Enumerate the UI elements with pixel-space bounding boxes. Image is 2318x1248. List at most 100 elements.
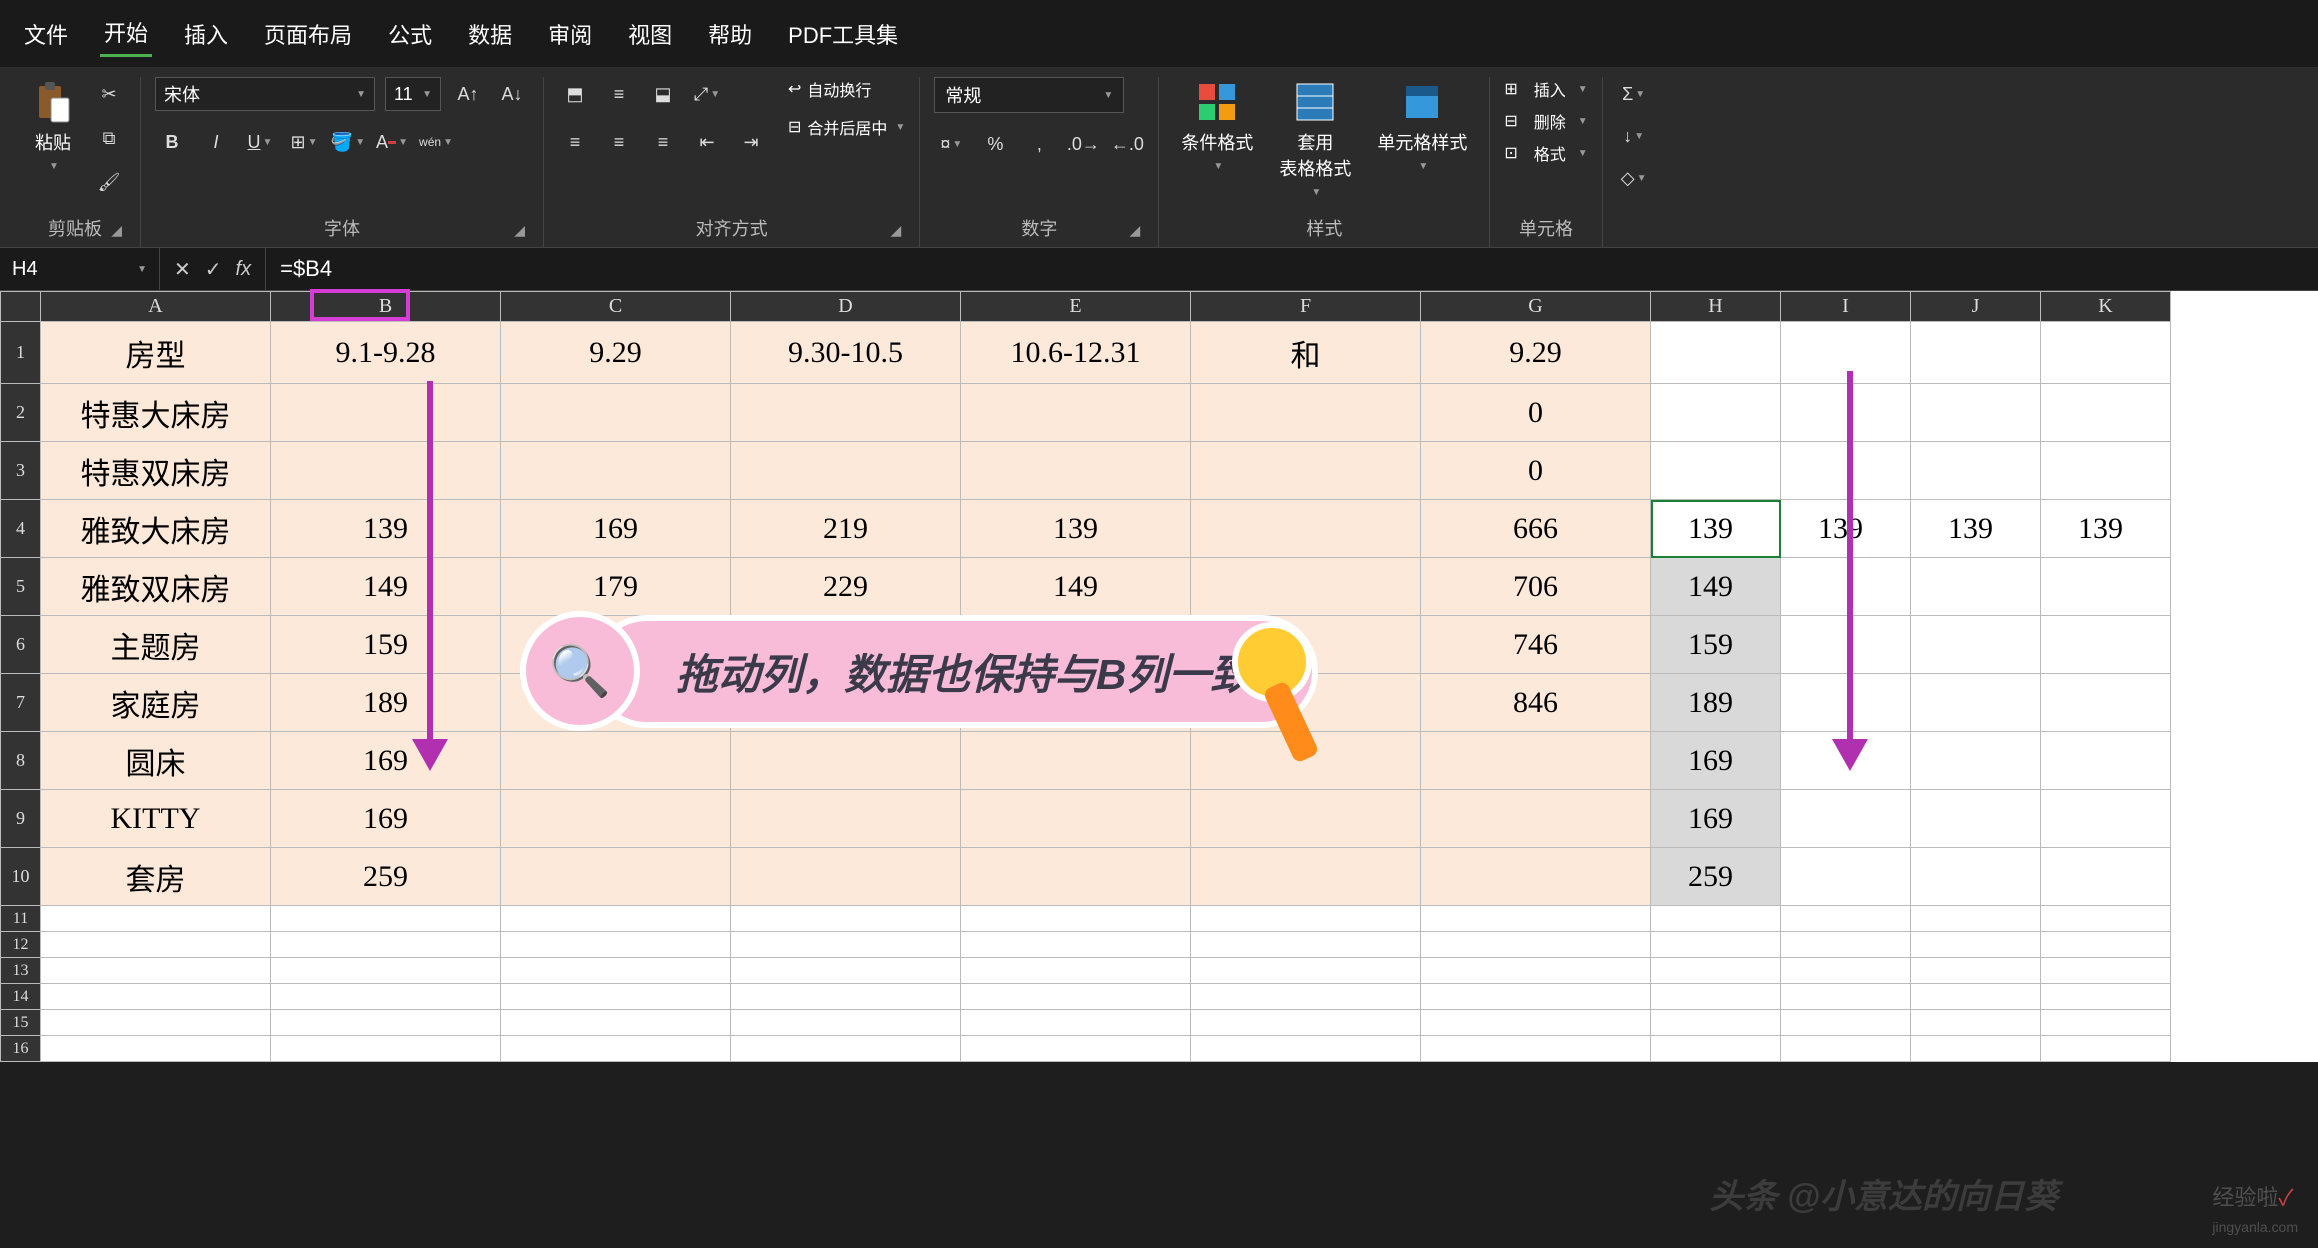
- cell[interactable]: 139: [2041, 500, 2171, 558]
- cell[interactable]: [271, 442, 501, 500]
- cell[interactable]: 特惠大床房: [41, 384, 271, 442]
- cell[interactable]: 139: [1781, 500, 1911, 558]
- cell[interactable]: [731, 1036, 961, 1062]
- cell[interactable]: 179: [501, 558, 731, 616]
- cell[interactable]: 9.29: [1421, 322, 1651, 384]
- cell[interactable]: 159: [271, 616, 501, 674]
- row-header[interactable]: 2: [1, 384, 41, 442]
- cell[interactable]: 149: [961, 558, 1191, 616]
- cell[interactable]: 149: [1651, 558, 1781, 616]
- format-as-table-button[interactable]: 套用 表格格式▼: [1271, 77, 1359, 202]
- cell[interactable]: [1651, 1036, 1781, 1062]
- cell[interactable]: 666: [1421, 500, 1651, 558]
- dialog-launcher-icon[interactable]: ◢: [891, 222, 902, 239]
- cell[interactable]: [1651, 384, 1781, 442]
- cell[interactable]: 房型: [41, 322, 271, 384]
- cell[interactable]: 0: [1421, 442, 1651, 500]
- cell[interactable]: 746: [1421, 616, 1651, 674]
- cell[interactable]: [2041, 790, 2171, 848]
- cut-button[interactable]: ✂: [92, 77, 126, 111]
- accept-formula-button[interactable]: ✓: [205, 257, 222, 282]
- row-header[interactable]: 1: [1, 322, 41, 384]
- fill-color-button[interactable]: 🪣▼: [331, 125, 365, 159]
- cell[interactable]: [1421, 906, 1651, 932]
- cell[interactable]: [501, 932, 731, 958]
- align-center-button[interactable]: ≡: [602, 125, 636, 159]
- cell[interactable]: [1651, 932, 1781, 958]
- cell[interactable]: [2041, 848, 2171, 906]
- cell[interactable]: [731, 984, 961, 1010]
- cell[interactable]: [961, 442, 1191, 500]
- name-box[interactable]: H4▼: [0, 248, 160, 290]
- cell[interactable]: [2041, 932, 2171, 958]
- clear-button[interactable]: ◇▼: [1617, 161, 1651, 195]
- cell[interactable]: [1911, 558, 2041, 616]
- cell[interactable]: [1781, 958, 1911, 984]
- cell[interactable]: [2041, 1036, 2171, 1062]
- decrease-indent-button[interactable]: ⇤: [690, 125, 724, 159]
- cell[interactable]: 259: [271, 848, 501, 906]
- cell[interactable]: 雅致双床房: [41, 558, 271, 616]
- cell[interactable]: [961, 384, 1191, 442]
- col-header-h[interactable]: H: [1651, 292, 1781, 322]
- font-color-button[interactable]: A▼: [375, 125, 409, 159]
- cell[interactable]: [1191, 1010, 1421, 1036]
- dialog-launcher-icon[interactable]: ◢: [1130, 222, 1141, 239]
- cell[interactable]: [1911, 848, 2041, 906]
- autosum-button[interactable]: Σ▼: [1617, 77, 1651, 111]
- cell[interactable]: [501, 906, 731, 932]
- row-header[interactable]: 7: [1, 674, 41, 732]
- cell[interactable]: 169: [271, 790, 501, 848]
- cell[interactable]: [1781, 322, 1911, 384]
- cell[interactable]: [731, 932, 961, 958]
- cell[interactable]: 9.1-9.28: [271, 322, 501, 384]
- cell[interactable]: [961, 906, 1191, 932]
- cell[interactable]: [2041, 384, 2171, 442]
- cell[interactable]: [271, 384, 501, 442]
- cell[interactable]: [1191, 384, 1421, 442]
- decrease-font-button[interactable]: A↓: [495, 77, 529, 111]
- cell[interactable]: 846: [1421, 674, 1651, 732]
- border-button[interactable]: ⊞▼: [287, 125, 321, 159]
- cell[interactable]: 9.30-10.5: [731, 322, 961, 384]
- cell[interactable]: [2041, 322, 2171, 384]
- row-header[interactable]: 5: [1, 558, 41, 616]
- cell[interactable]: [961, 732, 1191, 790]
- percent-button[interactable]: %: [978, 127, 1012, 161]
- cell[interactable]: [501, 1010, 731, 1036]
- cell[interactable]: [731, 1010, 961, 1036]
- cell[interactable]: [1911, 732, 2041, 790]
- cell[interactable]: [1651, 906, 1781, 932]
- cell[interactable]: [1781, 1010, 1911, 1036]
- cell[interactable]: 特惠双床房: [41, 442, 271, 500]
- cell[interactable]: 706: [1421, 558, 1651, 616]
- cell[interactable]: [1911, 984, 2041, 1010]
- cell[interactable]: 9.29: [501, 322, 731, 384]
- cell[interactable]: [1911, 384, 2041, 442]
- cell[interactable]: 169: [271, 732, 501, 790]
- row-header[interactable]: 11: [1, 906, 41, 932]
- cell[interactable]: [1781, 442, 1911, 500]
- copy-button[interactable]: ⧉: [92, 121, 126, 155]
- cell[interactable]: [961, 1010, 1191, 1036]
- align-right-button[interactable]: ≡: [646, 125, 680, 159]
- cell[interactable]: [1781, 984, 1911, 1010]
- format-cells-button[interactable]: ⊡格式▼: [1504, 141, 1587, 165]
- menu-formulas[interactable]: 公式: [384, 12, 436, 56]
- cell[interactable]: [41, 958, 271, 984]
- dialog-launcher-icon[interactable]: ◢: [111, 222, 122, 239]
- delete-cells-button[interactable]: ⊟删除▼: [1504, 109, 1587, 133]
- col-header-g[interactable]: G: [1421, 292, 1651, 322]
- cell[interactable]: [271, 932, 501, 958]
- cell[interactable]: 0: [1421, 384, 1651, 442]
- increase-font-button[interactable]: A↑: [451, 77, 485, 111]
- align-middle-button[interactable]: ≡: [602, 77, 636, 111]
- cell[interactable]: [1421, 958, 1651, 984]
- cell[interactable]: [1191, 442, 1421, 500]
- fill-button[interactable]: ↓▼: [1617, 119, 1651, 153]
- cell[interactable]: [1191, 958, 1421, 984]
- cell[interactable]: [1421, 1010, 1651, 1036]
- cell[interactable]: [1911, 1036, 2041, 1062]
- menu-help[interactable]: 帮助: [704, 12, 756, 56]
- row-header[interactable]: 9: [1, 790, 41, 848]
